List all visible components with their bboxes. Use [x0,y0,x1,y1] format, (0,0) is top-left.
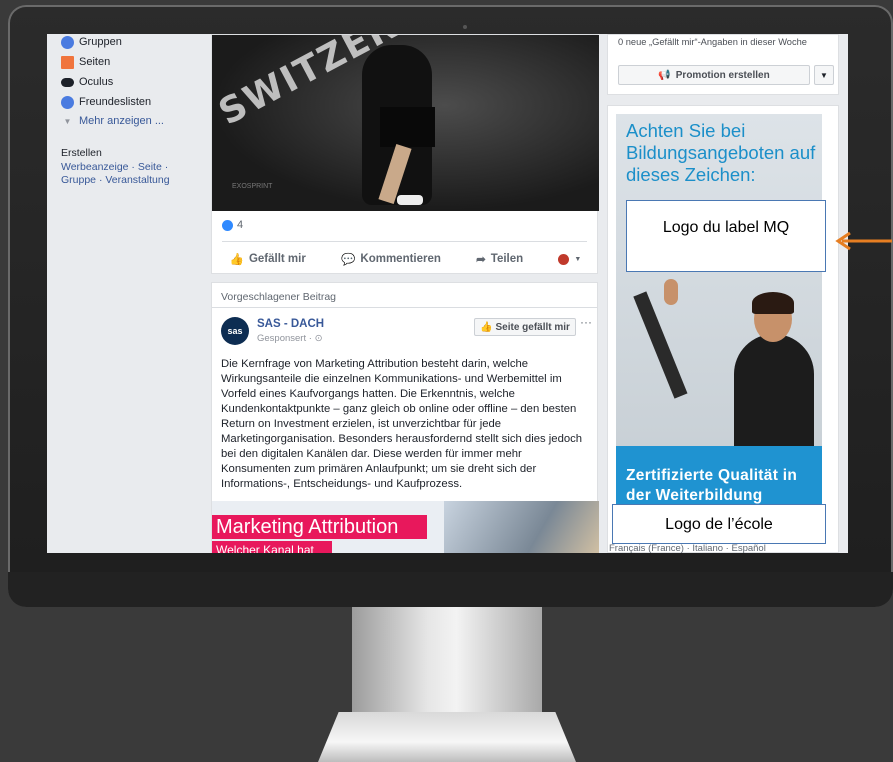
suggested-post-header: Vorgeschlagener Beitrag [221,291,336,303]
thumbs-up-icon: 👍 [229,254,244,266]
like-page-button[interactable]: 👍 Seite gefällt mir [474,318,576,336]
image-title: Marketing Attribution [212,515,427,539]
thumbs-up-icon: 👍 [480,321,493,333]
audience-selector[interactable]: ▼ [558,253,582,265]
comment-icon: 💬 [341,254,356,266]
mq-advertisement[interactable]: Achten Sie bei Bildungsangeboten auf die… [616,114,822,510]
globe-icon: ⊙ [314,333,323,344]
nav-item-label: Seiten [79,56,111,68]
page-insights-card: 0 neue „Gefällt mir“-Angaben in dieser W… [607,34,839,95]
comment-button[interactable]: 💬 Kommentieren [341,252,441,266]
ad-man-hair [752,292,794,314]
nav-item-label: Freundeslisten [79,96,152,108]
page-avatar[interactable]: sas [221,317,249,345]
divider [212,307,597,308]
flag-icon [61,55,74,69]
monitor-stand [352,607,542,719]
more-options-icon[interactable]: ··· [580,315,592,329]
like-count: 4 [237,219,244,231]
nav-item-label: Gruppen [79,36,122,48]
image-subtitle: Welcher Kanal hat [212,541,332,553]
share-icon: ➦ [476,254,486,266]
groups-icon [61,35,74,49]
like-button[interactable]: 👍 Gefällt mir [230,252,306,266]
nav-item-see-more[interactable]: ▼ Mehr anzeigen ... [61,113,164,129]
nav-item-label: Oculus [79,76,114,88]
page-name-link[interactable]: SAS - DACH [257,318,324,330]
like-reaction-icon [222,219,233,231]
photo-wall-text: SWITZERLAND [212,35,510,134]
camera [463,25,467,29]
post-card: SWITZERLAND EXOSPRINT 4 👍 Gefällt mir 💬 [211,34,599,274]
chevron-down-icon[interactable]: ▼ [814,65,834,85]
profile-avatar-icon [558,253,570,265]
athlete-shoe [397,195,423,205]
create-promotion-label: Promotion erstellen [675,69,770,81]
post-body: Die Kernfrage von Marketing Attribution … [221,358,583,490]
create-links[interactable]: Werbeanzeige · Seite · Gruppe · Veransta… [61,161,191,187]
share-label: Teilen [490,253,524,265]
nav-item-friend-lists[interactable]: Freundeslisten [61,94,151,110]
nav-item-pages[interactable]: Seiten [61,54,110,70]
ad-bottom-text: Zertifizierte Qualität in der Weiterbild… [626,467,798,504]
monitor-chin [8,572,893,607]
ad-arm [633,291,688,399]
ad-card: Achten Sie bei Bildungsangeboten auf die… [607,105,839,553]
school-logo-box: Logo de l’école [612,504,826,544]
create-heading: Erstellen [61,147,102,159]
friends-icon [61,95,74,109]
post-image[interactable]: Marketing Attribution Welcher Kanal hat [212,501,599,553]
mq-label-box: Logo du label MQ [626,200,826,272]
right-column: 0 neue „Gefällt mir“-Angaben in dieser W… [607,34,848,553]
ad-pointing-hand [664,279,678,305]
comment-label: Kommentieren [360,253,441,265]
chevron-down-icon: ▼ [63,116,72,126]
post-actions: 👍 Gefällt mir 💬 Kommentieren ➦ Teilen ▼ [212,249,599,269]
post-photo[interactable]: SWITZERLAND EXOSPRINT [212,35,599,211]
left-nav: Gruppen Seiten Oculus Freundeslisten ▼ M… [47,34,197,553]
megaphone-icon: 📢 [658,69,671,81]
ad-man-body [734,334,814,464]
screen: Gruppen Seiten Oculus Freundeslisten ▼ M… [47,34,848,553]
photo-mat-text: EXOSPRINT [232,183,273,190]
athlete-shorts [380,107,435,147]
weekly-likes-text: 0 neue „Gefällt mir“-Angaben in dieser W… [618,37,807,47]
create-promotion-button[interactable]: 📢 Promotion erstellen [618,65,810,85]
vr-headset-icon [61,77,74,87]
nav-item-groups[interactable]: Gruppen [61,34,122,50]
sponsored-post-card: Vorgeschlagener Beitrag sas SAS - DACH G… [211,282,599,553]
nav-item-label: Mehr anzeigen ... [79,115,164,127]
image-photo [444,501,599,553]
arrow-icon [835,231,892,251]
share-button[interactable]: ➦ Teilen [476,252,523,266]
nav-item-oculus[interactable]: Oculus [61,74,113,90]
reaction-summary[interactable]: 4 [222,219,243,231]
sponsored-text: Gesponsert · [257,333,315,344]
ad-headline: Achten Sie bei Bildungsangeboten auf die… [626,120,816,185]
monitor-base [318,712,576,762]
sponsored-label[interactable]: Gesponsert · ⊙ [257,333,323,344]
caret-down-icon: ▼ [574,255,582,263]
like-page-label: Seite gefällt mir [495,321,570,333]
like-label: Gefällt mir [248,253,306,265]
divider [222,241,587,242]
